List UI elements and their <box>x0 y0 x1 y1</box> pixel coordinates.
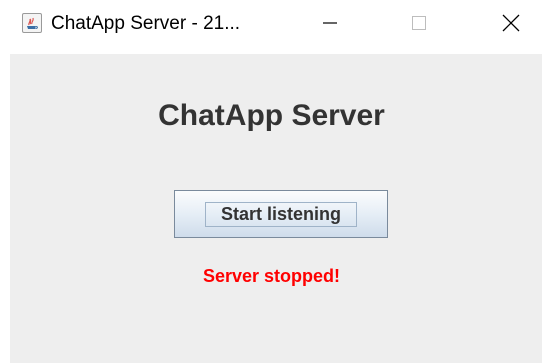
content-panel: ChatApp Server Start listening Server st… <box>10 54 542 363</box>
page-title: ChatApp Server <box>158 99 385 132</box>
minimize-icon <box>321 14 339 37</box>
java-icon[interactable] <box>22 13 42 33</box>
maximize-icon <box>410 14 428 37</box>
maximize-button[interactable] <box>391 0 447 50</box>
start-listening-label: Start listening <box>220 203 341 224</box>
title-bar[interactable]: ChatApp Server - 21... <box>0 0 542 50</box>
window-title: ChatApp Server - 21... <box>51 13 241 34</box>
minimize-button[interactable] <box>302 0 358 50</box>
close-icon <box>501 13 521 38</box>
start-listening-button[interactable]: Start listening <box>174 190 388 238</box>
app-window: ChatApp Server - 21... ChatApp Server St… <box>0 0 542 363</box>
close-button[interactable] <box>483 0 539 50</box>
status-label: Server stopped! <box>202 266 341 286</box>
